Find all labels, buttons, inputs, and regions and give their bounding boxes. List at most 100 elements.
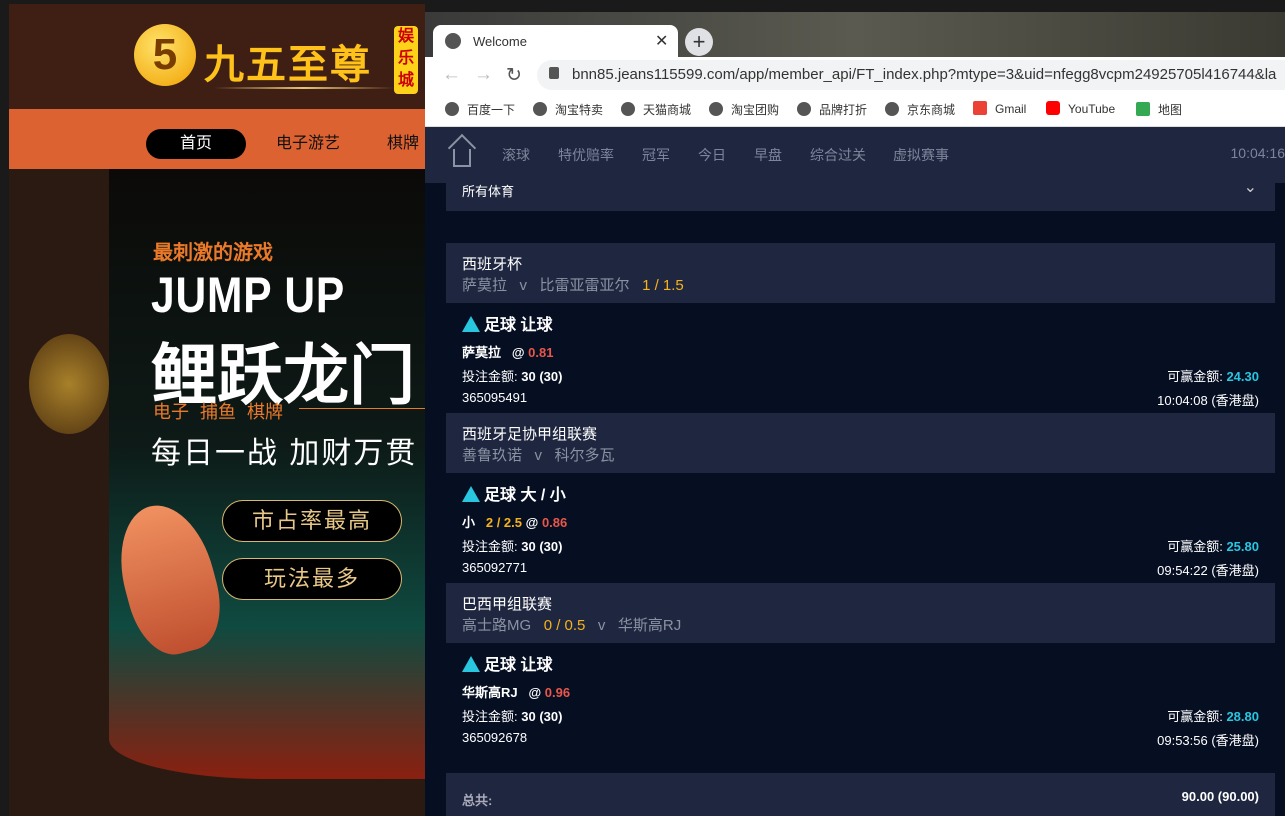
banner-tagline: 最刺激的游戏 <box>153 242 273 264</box>
address-bar[interactable]: bnn85.jeans115599.com/app/member_api/FT_… <box>537 60 1285 90</box>
globe-icon <box>445 102 459 116</box>
warning-icon <box>462 656 480 672</box>
site-nav-egames[interactable]: 电子游艺 <box>276 129 340 159</box>
potential-win: 可赢金额: 24.30 <box>1167 369 1259 384</box>
browser-window: Welcome ✕ + ← → ↻ bnn85.jeans115599.com/… <box>425 12 1285 816</box>
site-nav-cards[interactable]: 棋牌 <box>387 129 419 159</box>
bet-time: 09:53:56 (香港盘) <box>1157 733 1259 748</box>
new-tab-button[interactable]: + <box>685 28 713 56</box>
bet-item: 足球 大 / 小 小 2 / 2.5 @ 0.86 投注金额: 30 (30) … <box>446 473 1275 583</box>
bookmark-maps[interactable]: 地图 <box>1136 101 1182 118</box>
bet-pick: 华斯高RJ @ 0.96 <box>462 685 571 700</box>
nav-virtual[interactable]: 虚拟赛事 <box>893 145 949 165</box>
sport-filter-value: 所有体育 <box>462 184 515 199</box>
youtube-icon <box>1046 101 1060 115</box>
total-row: 总共: 90.00 (90.00) <box>446 773 1275 816</box>
potential-win: 可赢金额: 28.80 <box>1167 709 1259 724</box>
site-nav: 首页 电子游艺 棋牌 <box>9 109 425 169</box>
logo-text: 九五至尊 <box>204 41 372 88</box>
total-label: 总共: <box>462 793 493 808</box>
bookmark[interactable]: 淘宝特卖 <box>533 101 603 118</box>
warning-icon <box>462 316 480 332</box>
potential-win: 可赢金额: 25.80 <box>1167 539 1259 554</box>
match-teams: 善鲁玖诺 v 科尔多瓦 <box>462 447 615 464</box>
logo-badge: 娱乐城 <box>394 26 418 94</box>
bet-pick: 小 2 / 2.5 @ 0.86 <box>462 515 568 530</box>
league-name: 西班牙足协甲组联赛 <box>462 426 598 443</box>
globe-icon <box>445 33 461 49</box>
divider <box>299 408 425 409</box>
banner-button-market-share[interactable]: 市占率最高 <box>222 500 402 542</box>
tab-welcome[interactable]: Welcome ✕ <box>433 25 678 58</box>
match-teams: 萨莫拉 v 比雷亚雷亚尔 1 / 1.5 <box>462 277 684 294</box>
banner-slogan: 每日一战 加财万贯 <box>151 437 418 470</box>
maps-icon <box>1136 102 1150 116</box>
tab-title: Welcome <box>473 34 527 49</box>
site-header: 5 九五至尊 娱乐城 <box>9 4 425 109</box>
handicap: 1 / 1.5 <box>642 277 684 294</box>
nav-early[interactable]: 早盘 <box>754 145 782 165</box>
nav-today[interactable]: 今日 <box>698 145 726 165</box>
forward-icon[interactable]: → <box>474 64 493 86</box>
ticket-id: 365092678 <box>462 730 528 745</box>
url-text: bnn85.jeans115599.com/app/member_api/FT_… <box>572 66 1277 83</box>
reload-icon[interactable]: ↻ <box>506 64 522 87</box>
site-nav-home[interactable]: 首页 <box>146 129 246 159</box>
bookmark-gmail[interactable]: Gmail <box>973 101 1026 116</box>
nav-best-odds[interactable]: 特优赔率 <box>558 145 614 165</box>
market-name: 足球 让球 <box>484 657 553 674</box>
warning-icon <box>462 486 480 502</box>
coin-image <box>29 334 109 434</box>
nav-live[interactable]: 滚球 <box>502 145 530 165</box>
chevron-down-icon: ⌄ <box>1243 179 1257 196</box>
browser-toolbar: ← → ↻ bnn85.jeans115599.com/app/member_a… <box>425 57 1285 93</box>
clock: 10:04:16 <box>1230 145 1285 161</box>
bet-item: 足球 让球 华斯高RJ @ 0.96 投注金额: 30 (30) 3650926… <box>446 643 1275 753</box>
nav-parlay[interactable]: 综合过关 <box>810 145 866 165</box>
globe-icon <box>621 102 635 116</box>
stake: 投注金额: 30 (30) <box>462 539 563 554</box>
globe-icon <box>885 102 899 116</box>
banner-headline-en: JUMP UP <box>151 267 346 323</box>
bookmark-youtube[interactable]: YouTube <box>1046 101 1115 116</box>
bet-pick: 萨莫拉 @ 0.81 <box>462 345 554 360</box>
match-header: 西班牙杯 萨莫拉 v 比雷亚雷亚尔 1 / 1.5 <box>446 243 1275 303</box>
ticket-id: 365092771 <box>462 560 528 575</box>
handicap: 0 / 0.5 <box>543 617 586 634</box>
match-header: 巴西甲组联赛 高士路MG 0 / 0.5 v 华斯高RJ <box>446 583 1275 643</box>
bookmark[interactable]: 京东商城 <box>885 101 955 118</box>
home-icon-body[interactable] <box>453 149 471 167</box>
logo-ornament <box>214 87 394 89</box>
background-website: 5 九五至尊 娱乐城 首页 电子游艺 棋牌 最刺激的游戏 JUMP UP 鲤跃龙… <box>9 4 425 816</box>
tab-strip: Welcome ✕ + <box>425 12 1285 58</box>
app-nav: 滚球 特优赔率 冠军 今日 早盘 综合过关 虚拟赛事 10:04:16 <box>425 127 1285 183</box>
total-value: 90.00 (90.00) <box>1181 789 1259 804</box>
match-header: 西班牙足协甲组联赛 善鲁玖诺 v 科尔多瓦 <box>446 413 1275 473</box>
bookmark[interactable]: 天猫商城 <box>621 101 691 118</box>
ticket-id: 365095491 <box>462 390 528 405</box>
back-icon[interactable]: ← <box>442 64 461 86</box>
bookmarks-bar: 百度一下 淘宝特卖 天猫商城 淘宝团购 品牌打折 京东商城 Gmail YouT… <box>425 93 1285 127</box>
lock-icon <box>549 67 559 79</box>
bet-time: 09:54:22 (香港盘) <box>1157 563 1259 578</box>
bookmark[interactable]: 品牌打折 <box>797 101 867 118</box>
globe-icon <box>797 102 811 116</box>
logo-mark: 5 <box>134 24 196 86</box>
market-name: 足球 让球 <box>484 317 553 334</box>
sport-filter-select[interactable]: 所有体育 ⌄ <box>446 179 1275 211</box>
bookmark[interactable]: 百度一下 <box>445 101 515 118</box>
banner-button-most-games[interactable]: 玩法最多 <box>222 558 402 600</box>
league-name: 巴西甲组联赛 <box>462 596 553 613</box>
bookmark[interactable]: 淘宝团购 <box>709 101 779 118</box>
stake: 投注金额: 30 (30) <box>462 369 563 384</box>
market-name: 足球 大 / 小 <box>484 487 566 504</box>
globe-icon <box>533 102 547 116</box>
match-teams: 高士路MG 0 / 0.5 v 华斯高RJ <box>462 617 682 634</box>
nav-champion[interactable]: 冠军 <box>642 145 670 165</box>
banner-categories: 电子 捕鱼 棋牌 <box>153 402 284 422</box>
bet-item: 足球 让球 萨莫拉 @ 0.81 投注金额: 30 (30) 365095491… <box>446 303 1275 413</box>
league-name: 西班牙杯 <box>462 256 523 273</box>
bet-time: 10:04:08 (香港盘) <box>1157 393 1259 408</box>
globe-icon <box>709 102 723 116</box>
close-icon[interactable]: ✕ <box>655 31 668 51</box>
